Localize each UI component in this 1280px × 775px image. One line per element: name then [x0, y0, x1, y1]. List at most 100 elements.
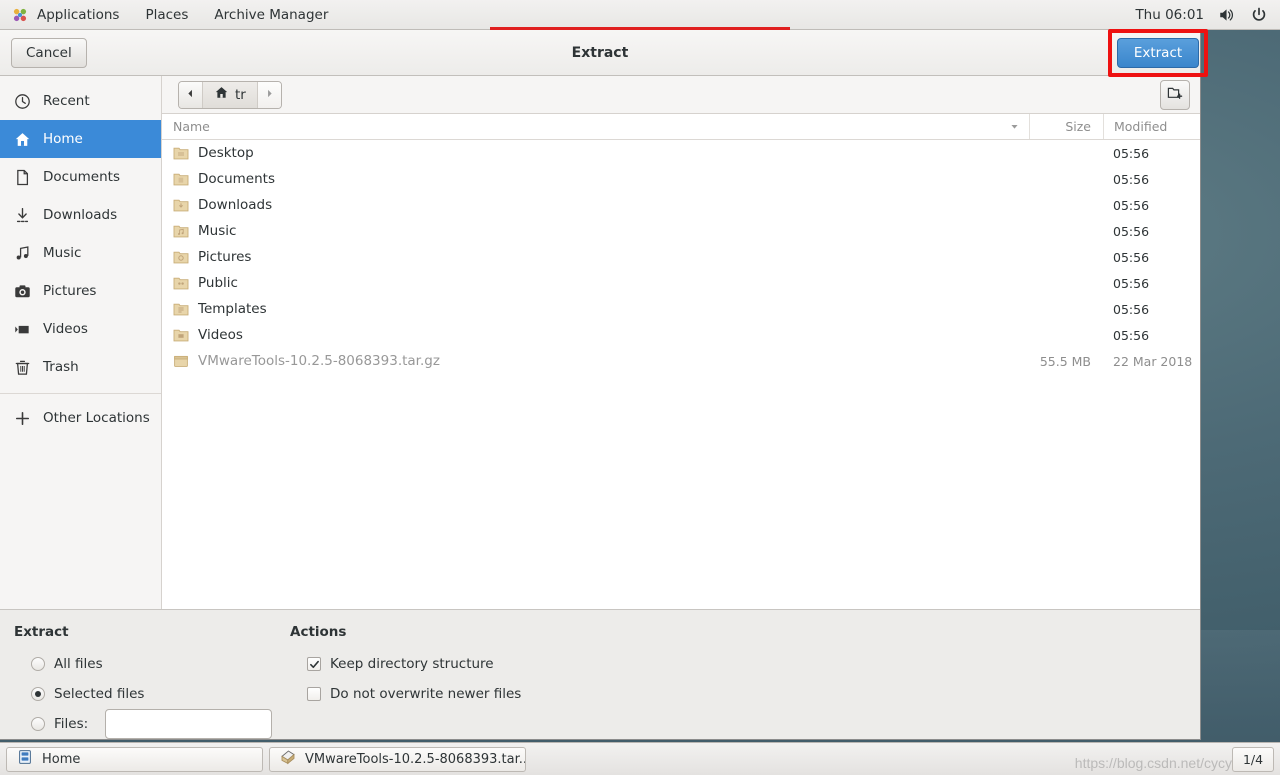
extract-options-panel: Extract All files Selected files Files: … — [0, 609, 1200, 739]
folder-desktop-icon — [173, 145, 189, 161]
column-header-size[interactable]: Size — [1029, 114, 1103, 139]
sidebar-item-documents[interactable]: Documents — [0, 158, 161, 196]
menu-places[interactable]: Places — [132, 0, 201, 30]
archive-manager-icon — [280, 749, 296, 769]
table-row[interactable]: Music 05:56 — [162, 218, 1200, 244]
applications-icon — [11, 6, 29, 24]
download-icon — [14, 207, 31, 224]
file-modified-cell: 05:56 — [1113, 275, 1150, 291]
create-folder-button[interactable] — [1160, 79, 1190, 110]
volume-icon[interactable] — [1218, 6, 1236, 24]
checkbox-keep-directory-structure[interactable]: Keep directory structure — [290, 649, 521, 679]
path-bar: tr — [178, 80, 282, 109]
radio-files-indicator[interactable] — [31, 717, 45, 731]
menu-applications[interactable]: Applications — [0, 0, 132, 30]
table-row[interactable]: Documents 05:56 — [162, 166, 1200, 192]
home-icon — [14, 131, 31, 148]
sidebar-item-label: Other Locations — [43, 410, 150, 426]
file-manager-icon — [17, 749, 33, 769]
taskbar-item-label: VMwareTools-10.2.5-8068393.tar.... — [305, 751, 526, 767]
file-name-label: Templates — [198, 301, 267, 317]
menu-applications-label: Applications — [37, 6, 120, 23]
clock[interactable]: Thu 06:01 — [1135, 7, 1204, 23]
sidebar-item-label: Pictures — [43, 283, 97, 299]
file-name-label: Music — [198, 223, 237, 239]
music-icon — [14, 245, 31, 262]
path-back-button[interactable] — [179, 81, 203, 108]
table-row[interactable]: VMwareTools-10.2.5-8068393.tar.gz 55.5 M… — [162, 348, 1200, 374]
video-icon — [14, 321, 31, 338]
checkbox-keep-directory-structure-label: Keep directory structure — [330, 656, 494, 672]
path-crumb-label: tr — [235, 86, 246, 103]
dialog-title: Extract — [571, 44, 629, 61]
sidebar-item-trash[interactable]: Trash — [0, 348, 161, 386]
file-name-cell: Desktop — [162, 145, 1029, 161]
menu-archive-manager[interactable]: Archive Manager — [201, 0, 341, 30]
sidebar-item-label: Recent — [43, 93, 90, 109]
extract-button[interactable]: Extract — [1117, 38, 1199, 68]
plus-icon — [14, 410, 31, 427]
file-name-cell: Pictures — [162, 249, 1029, 265]
radio-selected-files[interactable]: Selected files — [14, 679, 276, 709]
sidebar-item-other-locations[interactable]: Other Locations — [0, 399, 161, 437]
radio-all-files-indicator[interactable] — [31, 657, 45, 671]
table-row[interactable]: Desktop 05:56 — [162, 140, 1200, 166]
column-header-name[interactable]: Name — [162, 114, 1029, 139]
path-crumb-home[interactable]: tr — [203, 81, 257, 108]
folder-downloads-icon — [173, 197, 189, 213]
sidebar-item-downloads[interactable]: Downloads — [0, 196, 161, 234]
taskbar-item-label: Home — [42, 751, 81, 767]
camera-icon — [14, 283, 31, 300]
sidebar-item-recent[interactable]: Recent — [0, 82, 161, 120]
table-row[interactable]: Pictures 05:56 — [162, 244, 1200, 270]
file-modified-cell: 22 Mar 2018 — [1113, 353, 1193, 369]
cancel-button[interactable]: Cancel — [11, 37, 87, 68]
sidebar-item-label: Music — [43, 245, 82, 261]
table-row[interactable]: Videos 05:56 — [162, 322, 1200, 348]
table-row[interactable]: Downloads 05:56 — [162, 192, 1200, 218]
sidebar-item-pictures[interactable]: Pictures — [0, 272, 161, 310]
radio-selected-files-indicator[interactable] — [31, 687, 45, 701]
extract-dialog: Cancel Extract Recent Home Documents Dow… — [0, 30, 1201, 740]
workspace-switcher[interactable]: 1/4 — [1232, 746, 1274, 772]
file-list-column-headers: Name Size Modified — [162, 114, 1200, 140]
top-panel-status-area: Thu 06:01 — [1135, 0, 1280, 30]
checkbox-keep-directory-structure-indicator[interactable] — [307, 657, 321, 671]
radio-all-files[interactable]: All files — [14, 649, 276, 679]
file-modified-cell: 05:56 — [1113, 145, 1150, 161]
sidebar-item-label: Trash — [43, 359, 79, 375]
clock-icon — [14, 93, 31, 110]
radio-all-files-label: All files — [54, 656, 103, 672]
file-name-label: Videos — [198, 327, 243, 343]
folder-music-icon — [173, 223, 189, 239]
taskbar-item-home[interactable]: Home — [6, 746, 263, 772]
table-row[interactable]: Public 05:56 — [162, 270, 1200, 296]
sidebar-item-music[interactable]: Music — [0, 234, 161, 272]
power-icon[interactable] — [1250, 6, 1268, 24]
sidebar-item-videos[interactable]: Videos — [0, 310, 161, 348]
file-modified-cell: 05:56 — [1113, 171, 1150, 187]
table-row[interactable]: Templates 05:56 — [162, 296, 1200, 322]
radio-selected-files-label: Selected files — [54, 686, 145, 702]
actions-options-group: Actions Keep directory structure Do not … — [276, 624, 521, 739]
document-icon — [14, 169, 31, 186]
sidebar-item-home[interactable]: Home — [0, 120, 161, 158]
checkbox-do-not-overwrite-indicator[interactable] — [307, 687, 321, 701]
file-modified-cell: 05:56 — [1113, 301, 1150, 317]
path-forward-button[interactable] — [256, 81, 281, 108]
taskbar-item-archive-manager[interactable]: VMwareTools-10.2.5-8068393.tar.... — [269, 746, 526, 772]
file-name-label: Public — [198, 275, 238, 291]
folder-pictures-icon — [173, 249, 189, 265]
file-name-cell: Documents — [162, 171, 1029, 187]
new-folder-icon — [1167, 85, 1183, 105]
checkbox-do-not-overwrite[interactable]: Do not overwrite newer files — [290, 679, 521, 709]
actions-group-title: Actions — [290, 624, 347, 640]
archive-icon — [173, 353, 189, 369]
taskbar: Home VMwareTools-10.2.5-8068393.tar.... … — [0, 742, 1280, 775]
column-header-modified[interactable]: Modified — [1103, 114, 1200, 139]
folder-videos-icon — [173, 327, 189, 343]
file-name-cell: Music — [162, 223, 1029, 239]
files-input[interactable] — [105, 709, 273, 739]
radio-files[interactable]: Files: — [14, 709, 276, 739]
file-name-cell: Downloads — [162, 197, 1029, 213]
